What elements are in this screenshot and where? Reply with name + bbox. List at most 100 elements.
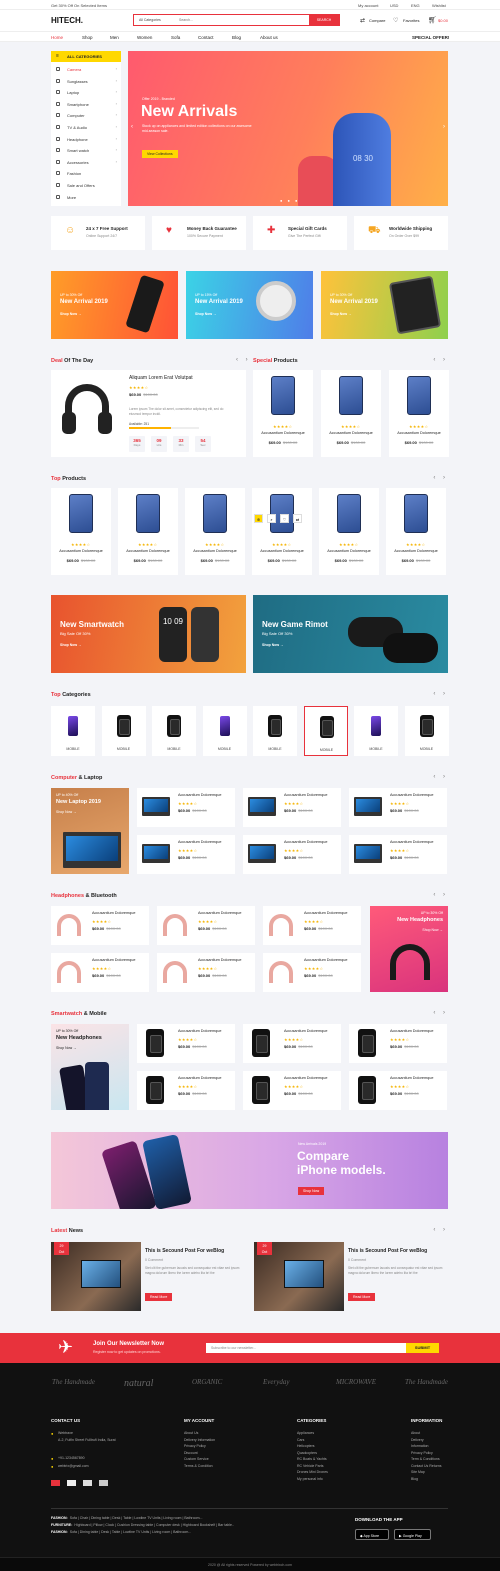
product-name[interactable]: Accusantium Doloremque — [390, 1076, 433, 1080]
smartwatch-banner-shop[interactable]: Shop Now → — [60, 643, 82, 647]
news-image[interactable]: 29 Oct — [254, 1242, 344, 1311]
footer-tag-values[interactable]: Sofa | Dining table | Desk | Table | Low… — [70, 1530, 191, 1534]
product-name[interactable]: Accusantium Doloremque — [198, 911, 241, 915]
category-card[interactable]: MOBILE — [101, 706, 146, 756]
chevron-left-icon[interactable]: ‹ — [131, 124, 133, 130]
product-name[interactable]: Accusantium Doloremque — [178, 840, 221, 844]
brand-logo[interactable]: The Handmade — [52, 1378, 95, 1386]
search-icon[interactable]: ⌕ — [267, 514, 276, 524]
news-post-title[interactable]: This is Secound Post For weBlog — [145, 1248, 224, 1254]
footer-email[interactable]: webtrix@gmail.com — [58, 1463, 89, 1470]
footer-link[interactable]: Term & Conditions — [411, 1456, 442, 1463]
footer-link[interactable]: Drones Mini Drones — [297, 1469, 328, 1476]
computer-product-card[interactable]: Accusantium Doloremque ★★★★☆ $69.00 $100.00 — [243, 835, 341, 874]
brand-logo[interactable]: natural — [124, 1378, 153, 1389]
currency-select[interactable]: USD — [390, 3, 398, 8]
sidebar-item-smartphone[interactable]: Smartphone › — [51, 99, 121, 110]
special-product-card[interactable]: Accusantium Doloremque ★★★★☆ $69.00 $100.00 — [253, 370, 313, 457]
sidebar-item-laptop[interactable]: Laptop › — [51, 87, 121, 98]
special-arrows[interactable]: ‹ › — [433, 357, 448, 363]
product-name[interactable]: Accusantium Doloremque — [319, 549, 379, 553]
top-product-card[interactable]: Accusantium Doloremque ★★★★☆ $69.00 $100.00 — [51, 488, 111, 575]
special-product-card[interactable]: Accusantium Doloremque ★★★★☆ $69.00 $100.00 — [389, 370, 449, 457]
product-name[interactable]: Accusantium Doloremque — [178, 1029, 221, 1033]
cart-icon[interactable]: ⊕ — [254, 514, 263, 524]
product-name[interactable]: Accusantium Doloremque — [386, 549, 446, 553]
category-card[interactable]: MOBILE — [253, 706, 297, 756]
chevron-right-icon[interactable]: › — [443, 124, 445, 130]
google-play-button[interactable]: ▶ Google Play — [394, 1529, 431, 1540]
product-name[interactable]: Accusantium Doloremque — [253, 431, 313, 435]
cart-icon[interactable]: 🛒︎ — [428, 16, 437, 24]
headphone-product-card[interactable]: Accusantium Doloremque ★★★★☆ $69.00 $100.00 — [157, 906, 255, 945]
product-name[interactable]: Accusantium Doloremque — [198, 958, 241, 962]
headphones-arrows[interactable]: ‹ › — [433, 892, 448, 898]
smartwatch-product-card[interactable]: Accusantium Doloremque ★★★★☆ $69.00 $100.00 — [243, 1071, 341, 1110]
sidebar-item-accessories[interactable]: Accessories › — [51, 157, 121, 168]
brand-logo[interactable]: Everyday — [263, 1378, 289, 1386]
product-name[interactable]: Accusantium Doloremque — [389, 431, 449, 435]
search-button[interactable]: SEARCH — [309, 15, 339, 25]
top-product-card[interactable]: Accusantium Doloremque ★★★★☆ $69.00 $100.00 — [185, 488, 245, 575]
headphones-promo-shop[interactable]: Shop Now → — [422, 928, 443, 932]
category-card[interactable]: MOBILE — [404, 706, 449, 756]
smartwatch-product-card[interactable]: Accusantium Doloremque ★★★★☆ $69.00 $100.00 — [349, 1071, 447, 1110]
product-name[interactable]: Accusantium Doloremque — [390, 840, 433, 844]
deal-product-name[interactable]: Aliquam Lorem Erat Volutpat — [129, 375, 193, 381]
newsletter-submit-button[interactable]: SUBMIT — [406, 1343, 439, 1353]
sidebar-item-smart-watch[interactable]: Smart watch › — [51, 145, 121, 156]
top-product-card[interactable]: Accusantium Doloremque ★★★★☆ $69.00 $100.00 — [319, 488, 379, 575]
product-name[interactable]: Accusantium Doloremque — [92, 911, 135, 915]
iphone-shop-button[interactable]: Shop Now — [298, 1187, 325, 1195]
sidebar-item-sale-and-offers[interactable]: Sale and Offers — [51, 180, 121, 191]
product-name[interactable]: Accusantium Doloremque — [118, 549, 178, 553]
product-name[interactable]: Accusantium Doloremque — [178, 793, 221, 797]
computer-product-card[interactable]: Accusantium Doloremque ★★★★☆ $69.00 $100.00 — [137, 835, 235, 874]
compare-icon[interactable]: ⇄ — [360, 17, 365, 24]
category-card[interactable]: MOBILE — [51, 706, 95, 756]
product-name[interactable]: Accusantium Doloremque — [304, 958, 347, 962]
news-read-more-button[interactable]: Read More — [348, 1293, 376, 1301]
news-arrows[interactable]: ‹ › — [433, 1227, 448, 1233]
sidebar-item-tv-audio[interactable]: TV & Audio › — [51, 122, 121, 133]
footer-link[interactable]: Terms & Condition — [184, 1463, 215, 1470]
computer-product-card[interactable]: Accusantium Doloremque ★★★★☆ $69.00 $100.00 — [349, 835, 447, 874]
top-categories-arrows[interactable]: ‹ › — [433, 691, 448, 697]
smartwatch-promo-shop[interactable]: Shop Now → — [56, 1046, 77, 1050]
nav-sofa[interactable]: Sofa — [171, 35, 180, 40]
headphone-product-card[interactable]: Accusantium Doloremque ★★★★☆ $69.00 $100.00 — [51, 953, 149, 992]
product-name[interactable]: Accusantium Doloremque — [51, 549, 111, 553]
slider-dots[interactable]: ● ● ● — [280, 198, 299, 203]
wishlist-link[interactable]: Wishlist — [432, 3, 446, 8]
category-card[interactable]: MOBILE — [303, 706, 348, 756]
game-banner-shop[interactable]: Shop Now → — [262, 643, 284, 647]
nav-about[interactable]: About us — [260, 35, 278, 40]
footer-tag-values[interactable]: Sofa | Chair | Dining table | Desk | Tab… — [70, 1516, 203, 1520]
footer-link[interactable]: My personal info — [297, 1476, 328, 1483]
product-name[interactable]: Accusantium Doloremque — [304, 911, 347, 915]
promo-shop-link[interactable]: Shop Now → — [330, 312, 352, 316]
cart-total[interactable]: $0.00 — [438, 18, 448, 23]
product-name[interactable]: Accusantium Doloremque — [390, 1029, 433, 1033]
footer-tag-values[interactable]: Highboard | Pillow | Clock | Cushion Dre… — [74, 1523, 234, 1527]
sidebar-item-sunglasses[interactable]: Sunglasses › — [51, 76, 121, 87]
headphone-product-card[interactable]: Accusantium Doloremque ★★★★☆ $69.00 $100.00 — [263, 906, 361, 945]
category-card[interactable]: MOBILE — [202, 706, 247, 756]
sidebar-item-camera[interactable]: Camera › — [51, 64, 121, 75]
logo[interactable]: HITECH. — [51, 16, 83, 25]
top-product-card[interactable]: Accusantium Doloremque ★★★★☆ $69.00 $100.00… — [252, 488, 312, 575]
smartwatch-product-card[interactable]: Accusantium Doloremque ★★★★☆ $69.00 $100.00 — [137, 1024, 235, 1063]
smartwatch-product-card[interactable]: Accusantium Doloremque ★★★★☆ $69.00 $100.00 — [243, 1024, 341, 1063]
top-product-card[interactable]: Accusantium Doloremque ★★★★☆ $69.00 $100.00 — [386, 488, 446, 575]
brand-logo[interactable]: ORGANIC — [192, 1378, 222, 1386]
smartwatch-arrows[interactable]: ‹ › — [433, 1010, 448, 1016]
special-product-card[interactable]: Accusantium Doloremque ★★★★☆ $69.00 $100.00 — [321, 370, 381, 457]
product-name[interactable]: Accusantium Doloremque — [390, 793, 433, 797]
search-input[interactable]: Search... — [179, 18, 193, 22]
computer-product-card[interactable]: Accusantium Doloremque ★★★★☆ $69.00 $100.00 — [137, 788, 235, 827]
newsletter-email-input[interactable]: Subscribe to our newsletter... — [206, 1343, 406, 1353]
computer-product-card[interactable]: Accusantium Doloremque ★★★★☆ $69.00 $100.00 — [349, 788, 447, 827]
footer-link[interactable]: RC Boats & Yachts — [297, 1456, 328, 1463]
sidebar-item-more[interactable]: More — [51, 192, 121, 203]
headphone-product-card[interactable]: Accusantium Doloremque ★★★★☆ $69.00 $100.00 — [51, 906, 149, 945]
